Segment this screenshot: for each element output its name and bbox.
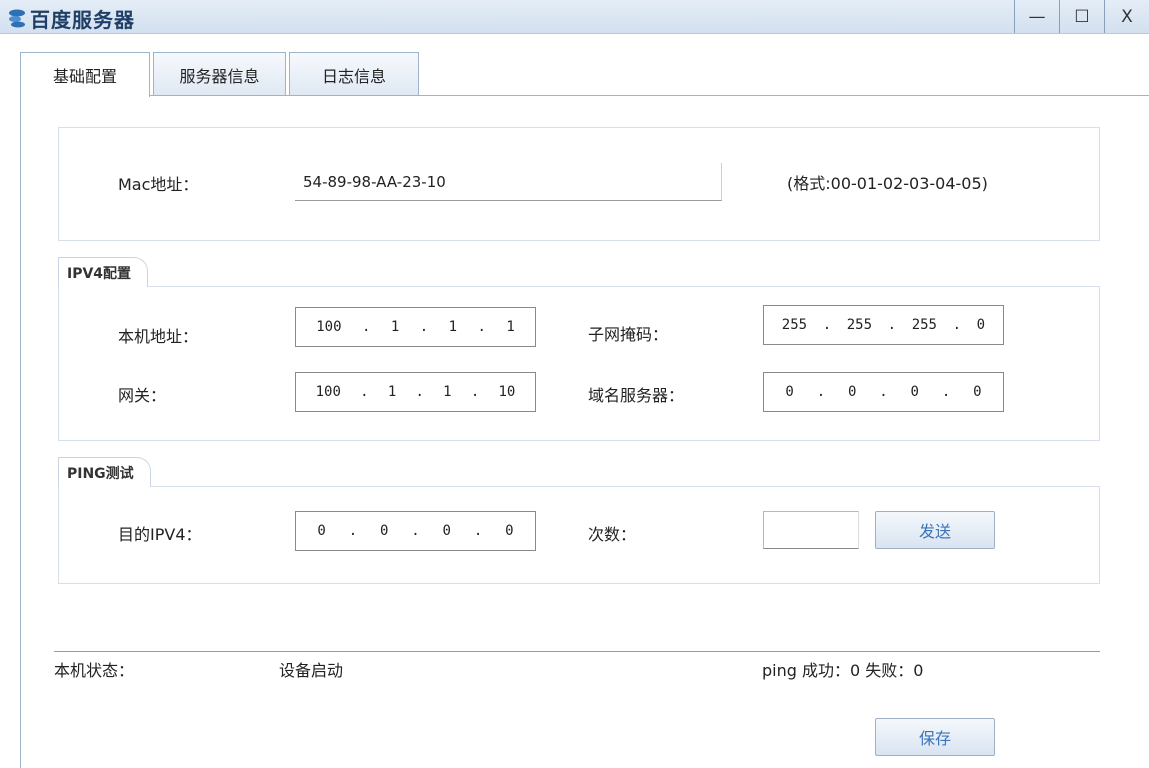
window-controls: — ☐ X: [1014, 0, 1149, 33]
ip-octet: 0: [505, 523, 514, 539]
subnet-mask-field[interactable]: 255. 255. 255. 0: [763, 305, 1004, 345]
ip-octet: 10: [498, 384, 516, 400]
ip-octet: 255: [911, 317, 937, 333]
ipv4-legend: IPV4配置: [58, 257, 149, 287]
host-address-field[interactable]: 100. 1. 1. 1: [295, 307, 536, 347]
ip-octet: 255: [781, 317, 808, 333]
tab-basic-config[interactable]: 基础配置: [20, 52, 150, 97]
maximize-icon: ☐: [1074, 6, 1090, 27]
close-button[interactable]: X: [1104, 0, 1149, 33]
tab-log-info[interactable]: 日志信息: [289, 52, 419, 96]
ping-result-text: ping 成功：0 失败：0: [762, 661, 924, 680]
host-status-label: 本机状态：: [54, 661, 135, 680]
ip-octet: 255: [846, 317, 873, 333]
ping-target-label: 目的IPV4：: [118, 525, 202, 544]
window-title: 百度服务器: [30, 8, 135, 32]
tab-server-info[interactable]: 服务器信息: [153, 52, 286, 96]
ip-dot: .: [361, 319, 371, 335]
ip-octet: 1: [506, 319, 515, 335]
close-icon: X: [1121, 6, 1133, 27]
ip-dot: .: [411, 523, 420, 539]
ip-dot: .: [419, 319, 429, 335]
tab-label: 日志信息: [321, 66, 386, 86]
ip-octet: 1: [443, 384, 452, 400]
ip-octet: 0: [317, 523, 326, 539]
ping-count-label: 次数：: [588, 525, 637, 544]
mac-address-value: 54-89-98-AA-23-10: [303, 172, 446, 191]
ip-dot: .: [941, 384, 951, 400]
ip-octet: 0: [379, 523, 389, 539]
ip-dot: .: [415, 384, 424, 400]
title-bar: 百度服务器 — ☐ X: [0, 0, 1149, 34]
send-button[interactable]: 发送: [875, 511, 995, 549]
ip-octet: 0: [785, 384, 794, 400]
ip-octet: 1: [390, 319, 400, 335]
ping-legend-text: PING测试: [67, 465, 134, 482]
ip-octet: 100: [315, 384, 341, 400]
ip-octet: 1: [448, 319, 458, 335]
send-button-label: 发送: [918, 522, 951, 541]
dns-server-label: 域名服务器：: [588, 386, 685, 405]
ip-dot: .: [879, 384, 888, 400]
ip-octet: 0: [847, 384, 857, 400]
ip-octet: 0: [976, 317, 986, 333]
maximize-button[interactable]: ☐: [1059, 0, 1104, 33]
save-button-label: 保存: [918, 729, 951, 748]
minimize-button[interactable]: —: [1014, 0, 1059, 33]
mac-address-field[interactable]: 54-89-98-AA-23-10: [295, 163, 722, 201]
ping-legend: PING测试: [58, 457, 151, 487]
ip-octet: 0: [442, 523, 451, 539]
ip-dot: .: [816, 384, 826, 400]
ip-dot: .: [348, 523, 358, 539]
ping-count-field[interactable]: [763, 511, 859, 549]
subnet-mask-label: 子网掩码：: [588, 325, 669, 344]
ip-dot: .: [952, 317, 962, 333]
minimize-icon: —: [1028, 6, 1046, 27]
ipv4-legend-text: IPV4配置: [67, 265, 132, 282]
ip-dot: .: [473, 523, 483, 539]
status-divider: [54, 651, 1100, 652]
ip-octet: 100: [316, 319, 342, 335]
ip-octet: 0: [973, 384, 982, 400]
tab-label: 基础配置: [52, 67, 117, 86]
ip-dot: .: [822, 317, 832, 333]
save-button[interactable]: 保存: [875, 718, 995, 756]
gateway-label: 网关：: [118, 386, 167, 405]
dns-server-field[interactable]: 0. 0. 0. 0: [763, 372, 1004, 412]
ip-octet: 0: [910, 384, 919, 400]
mac-format-hint: (格式:00-01-02-03-04-05): [787, 174, 988, 193]
ping-target-field[interactable]: 0. 0. 0. 0: [295, 511, 536, 551]
ip-dot: .: [887, 317, 897, 333]
ip-dot: .: [360, 384, 369, 400]
ip-dot: .: [477, 319, 486, 335]
host-address-label: 本机地址：: [118, 327, 199, 346]
mac-label: Mac地址：: [118, 175, 199, 194]
tab-label: 服务器信息: [179, 66, 260, 86]
app-logo-icon: [6, 7, 28, 29]
host-status-value: 设备启动: [279, 661, 344, 680]
gateway-field[interactable]: 100. 1. 1. 10: [295, 372, 536, 412]
ip-dot: .: [470, 384, 480, 400]
ip-octet: 1: [387, 384, 397, 400]
